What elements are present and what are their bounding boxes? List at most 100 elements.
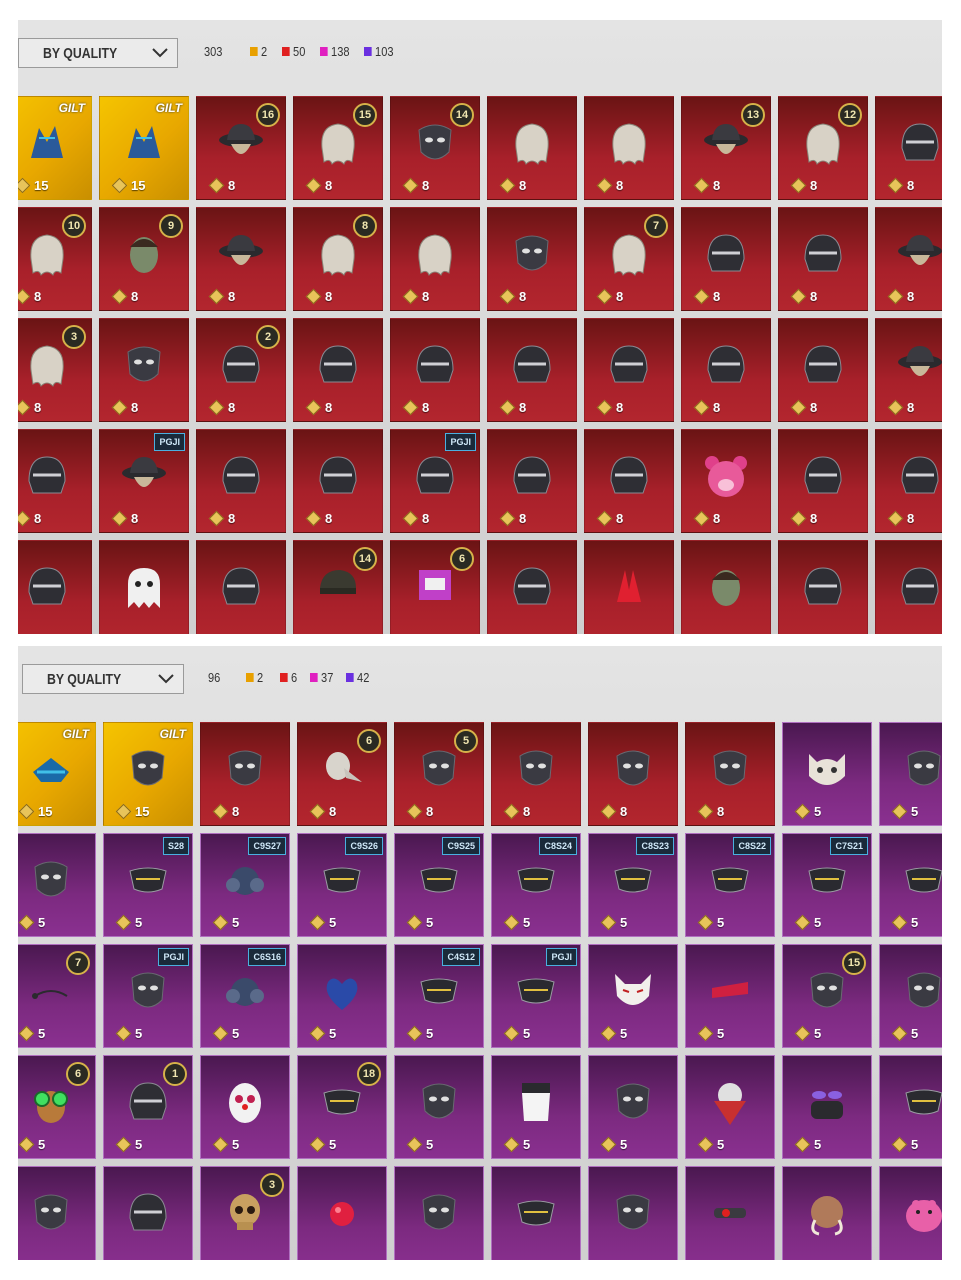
item-tile[interactable]: 78 [584,207,674,311]
item-tile[interactable]: C9S25 5 [394,833,484,937]
item-tile[interactable] [778,540,868,634]
item-tile[interactable]: 75 [18,944,96,1048]
item-tile[interactable]: 13 8 [681,96,771,200]
item-tile[interactable]: 8 [588,722,678,826]
item-tile[interactable]: 8 [487,318,577,422]
item-tile[interactable]: 5 [685,1055,775,1159]
sort-dropdown[interactable]: BY QUALITY [18,38,178,68]
item-tile[interactable]: 5 [588,944,678,1048]
item-tile[interactable] [103,1166,193,1260]
item-tile[interactable]: 8 [778,318,868,422]
item-tile[interactable]: 8 [390,318,480,422]
item-tile[interactable]: GILT 15 [103,722,193,826]
item-tile[interactable]: 5 [782,1055,872,1159]
item-tile[interactable] [584,540,674,634]
item-tile[interactable]: 14 [293,540,383,634]
item-tile[interactable] [196,540,286,634]
item-tile[interactable] [394,1166,484,1260]
item-tile[interactable]: 8 [685,722,775,826]
item-tile[interactable]: 8 [875,429,942,533]
item-tile[interactable] [782,1166,872,1260]
item-tile[interactable]: 8 [681,207,771,311]
item-tile[interactable]: 12 8 [778,96,868,200]
item-tile[interactable]: 5 [879,833,942,937]
item-tile[interactable]: GILT 15 [18,722,96,826]
item-tile[interactable]: 15 8 [293,96,383,200]
item-tile[interactable] [297,1166,387,1260]
item-tile[interactable]: 15 [103,1055,193,1159]
item-tile[interactable]: 65 [18,1055,96,1159]
item-tile[interactable]: 8 [681,318,771,422]
item-tile[interactable]: 5 [782,722,872,826]
item-tile[interactable] [18,1166,96,1260]
item-tile[interactable]: C9S27 5 [200,833,290,937]
item-tile[interactable]: 5 [491,1055,581,1159]
item-tile[interactable]: 5 [18,833,96,937]
item-tile[interactable]: C7S21 5 [782,833,872,937]
item-tile[interactable]: 8 [18,429,92,533]
item-tile[interactable]: PGJI 5 [103,944,193,1048]
item-tile[interactable]: 8 [681,429,771,533]
item-tile[interactable]: GILT 15 [18,96,92,200]
item-tile[interactable]: 6 [390,540,480,634]
item-tile[interactable]: C6S16 5 [200,944,290,1048]
item-tile[interactable] [99,540,189,634]
item-tile[interactable]: 5 [297,944,387,1048]
item-tile[interactable]: PGJI 8 [99,429,189,533]
item-tile[interactable]: 8 [200,722,290,826]
item-tile[interactable]: C8S22 5 [685,833,775,937]
item-tile[interactable] [487,540,577,634]
item-tile[interactable]: 8 [584,318,674,422]
item-tile[interactable]: 58 [394,722,484,826]
item-tile[interactable]: 5 [879,944,942,1048]
item-tile[interactable] [685,1166,775,1260]
item-tile[interactable]: 8 [293,318,383,422]
item-tile[interactable]: 16 8 [196,96,286,200]
item-tile[interactable]: C4S12 5 [394,944,484,1048]
item-tile[interactable]: 5 [588,1055,678,1159]
item-tile[interactable] [681,540,771,634]
item-tile[interactable] [18,540,92,634]
item-tile[interactable]: PGJI 5 [491,944,581,1048]
item-tile[interactable]: 8 [196,429,286,533]
item-tile[interactable]: 8 [584,429,674,533]
item-tile[interactable]: 5 [200,1055,290,1159]
item-tile[interactable]: 15 5 [782,944,872,1048]
item-tile[interactable]: 5 [394,1055,484,1159]
item-tile[interactable] [588,1166,678,1260]
item-tile[interactable]: C8S24 5 [491,833,581,937]
item-tile[interactable] [879,1166,942,1260]
item-tile[interactable]: 14 8 [390,96,480,200]
item-tile[interactable]: GILT 15 [99,96,189,200]
item-tile[interactable]: 68 [297,722,387,826]
sort-dropdown[interactable]: BY QUALITY [22,664,184,694]
item-tile[interactable]: 98 [99,207,189,311]
item-tile[interactable]: 8 [778,207,868,311]
item-tile[interactable]: 8 [487,96,577,200]
item-tile[interactable]: 28 [196,318,286,422]
item-tile[interactable]: 3 [200,1166,290,1260]
item-tile[interactable]: C8S23 5 [588,833,678,937]
item-tile[interactable]: 8 [196,207,286,311]
item-tile[interactable]: 8 [293,429,383,533]
item-tile[interactable] [875,540,942,634]
item-tile[interactable]: C9S26 5 [297,833,387,937]
item-tile[interactable]: 38 [18,318,92,422]
item-tile[interactable] [491,1166,581,1260]
item-tile[interactable]: 5 [879,1055,942,1159]
item-tile[interactable]: 8 [491,722,581,826]
item-tile[interactable]: 5 [879,722,942,826]
item-tile[interactable]: S28 5 [103,833,193,937]
item-tile[interactable]: 8 [875,96,942,200]
item-tile[interactable]: 8 [487,429,577,533]
item-tile[interactable]: 8 [875,318,942,422]
item-tile[interactable]: 8 [875,207,942,311]
item-tile[interactable]: 8 [584,96,674,200]
item-tile[interactable]: 8 [390,207,480,311]
item-tile[interactable]: 5 [685,944,775,1048]
item-tile[interactable]: 10 8 [18,207,92,311]
item-tile[interactable]: 88 [293,207,383,311]
item-tile[interactable]: 8 [99,318,189,422]
item-tile[interactable]: PGJI 8 [390,429,480,533]
item-tile[interactable]: 8 [778,429,868,533]
